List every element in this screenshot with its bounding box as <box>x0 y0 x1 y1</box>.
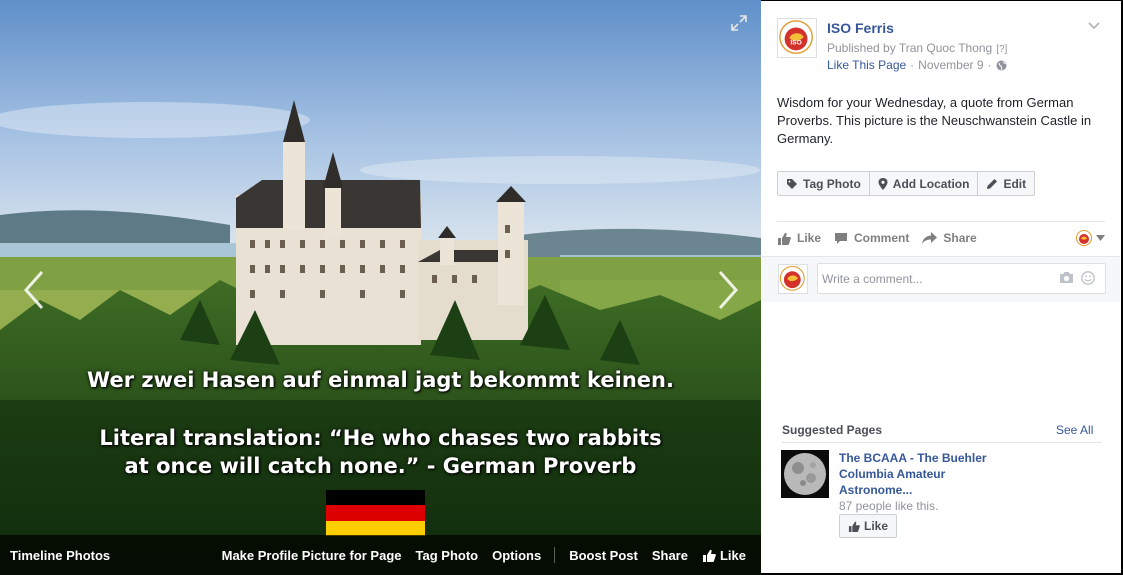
comment-box <box>817 263 1106 294</box>
caption-line-2: Literal translation: “He who chases two … <box>99 426 662 450</box>
chevron-left-icon <box>23 271 44 309</box>
flag-stripe-black <box>326 490 425 506</box>
comment-input[interactable] <box>818 264 1048 293</box>
help-link[interactable]: [?] <box>996 44 1007 55</box>
see-all-link[interactable]: See All <box>1056 423 1093 437</box>
suggested-page-like-button[interactable]: Like <box>839 514 898 538</box>
tag-photo-label: Tag Photo <box>803 176 861 191</box>
iso-ferris-logo-icon: ISO <box>779 20 813 54</box>
svg-text:ISO: ISO <box>790 40 801 47</box>
suggested-page-likes: 87 people like this. <box>839 499 939 513</box>
meta-dot: · <box>910 58 915 72</box>
fullscreen-button[interactable] <box>730 14 748 32</box>
flag-stripe-red <box>326 505 425 521</box>
suggested-page-name-link[interactable]: The BCAAA - The Buehler Columbia Amateur… <box>839 450 1009 498</box>
emoji-button[interactable] <box>1081 271 1095 290</box>
photo-action-bar: Timeline Photos Make Profile Picture for… <box>0 535 761 575</box>
comment-button[interactable]: Comment <box>834 231 909 245</box>
thumbs-up-icon <box>778 232 791 245</box>
divider <box>782 442 1102 443</box>
tag-photo-button[interactable]: Tag Photo <box>778 172 870 195</box>
caret-down-icon <box>1096 235 1105 241</box>
post-actions-row: Like Comment Share <box>777 227 1105 249</box>
post-as-selector[interactable] <box>1076 230 1105 246</box>
flag-stripe-gold <box>326 520 425 536</box>
share-photo-button[interactable]: Share <box>652 548 688 563</box>
like-photo-label: Like <box>719 547 746 563</box>
expand-icon <box>731 15 747 31</box>
tag-photo-link[interactable]: Tag Photo <box>416 548 479 563</box>
attach-photo-button[interactable] <box>1059 271 1074 289</box>
meta-dot: · <box>987 58 992 72</box>
chevron-right-icon <box>718 271 739 309</box>
thumbs-up-icon <box>702 549 716 562</box>
page-name-link[interactable]: ISO Ferris <box>827 20 894 36</box>
post-side-panel: ISO ISO Ferris Published by Tran Quoc Th… <box>761 1 1121 573</box>
like-label: Like <box>797 231 822 245</box>
like-button[interactable]: Like <box>777 231 821 245</box>
suggested-pages-heading: Suggested Pages <box>782 423 883 437</box>
moon-image <box>781 450 829 498</box>
page-avatar[interactable]: ISO <box>777 18 817 58</box>
pencil-icon <box>987 178 998 189</box>
photo-tools-group: Tag Photo Add Location Edit <box>777 171 1036 196</box>
suggested-page-thumbnail[interactable] <box>781 450 829 498</box>
like-photo-button[interactable]: Like <box>702 548 746 563</box>
add-location-button[interactable]: Add Location <box>870 172 979 195</box>
iso-ferris-logo-icon <box>779 265 805 291</box>
map-pin-icon <box>878 177 888 190</box>
post-date[interactable]: November 9 <box>918 58 983 72</box>
page-avatar-mini-icon <box>1076 230 1092 246</box>
castle-photo <box>0 0 761 575</box>
edit-label: Edit <box>1003 176 1027 191</box>
post-options-chevron-icon[interactable] <box>1087 21 1101 31</box>
add-location-label: Add Location <box>892 176 970 191</box>
next-photo-button[interactable] <box>714 268 742 312</box>
share-label: Share <box>943 231 977 245</box>
published-by-line: Published by Tran Quoc Thong [?] <box>827 41 1007 55</box>
comment-composer <box>762 256 1120 302</box>
boost-post-button[interactable]: Boost Post <box>569 548 638 563</box>
previous-photo-button[interactable] <box>20 268 48 312</box>
divider <box>777 221 1105 222</box>
globe-icon <box>996 60 1007 70</box>
smiley-icon <box>1081 271 1095 285</box>
comment-icon <box>835 232 848 244</box>
like-this-page-link[interactable]: Like This Page <box>827 58 906 72</box>
make-profile-picture-button[interactable]: Make Profile Picture for Page <box>222 548 402 563</box>
german-flag <box>326 490 425 536</box>
camera-icon <box>1060 272 1073 283</box>
bar-divider <box>554 547 556 563</box>
share-button[interactable]: Share <box>922 231 977 245</box>
comment-label: Comment <box>854 231 910 245</box>
published-by-text: Published by Tran Quoc Thong <box>827 41 993 55</box>
share-arrow-icon <box>922 232 938 244</box>
post-message: Wisdom for your Wednesday, a quote from … <box>777 95 1092 146</box>
edit-button[interactable]: Edit <box>978 172 1034 195</box>
caption-line-1: Wer zwei Hasen auf einmal jagt bekommt k… <box>87 368 674 392</box>
photo-viewer: Wer zwei Hasen auf einmal jagt bekommt k… <box>0 0 761 575</box>
caption-line-3: at once will catch none.” - German Prove… <box>124 454 637 478</box>
options-button[interactable]: Options <box>492 548 541 563</box>
tag-icon <box>787 178 797 189</box>
suggested-like-label: Like <box>864 519 889 533</box>
album-link[interactable]: Timeline Photos <box>10 548 110 563</box>
commenter-avatar <box>778 264 808 294</box>
thumbs-up-icon <box>848 521 860 532</box>
post-meta-line: Like This Page · November 9 · <box>827 58 1007 72</box>
